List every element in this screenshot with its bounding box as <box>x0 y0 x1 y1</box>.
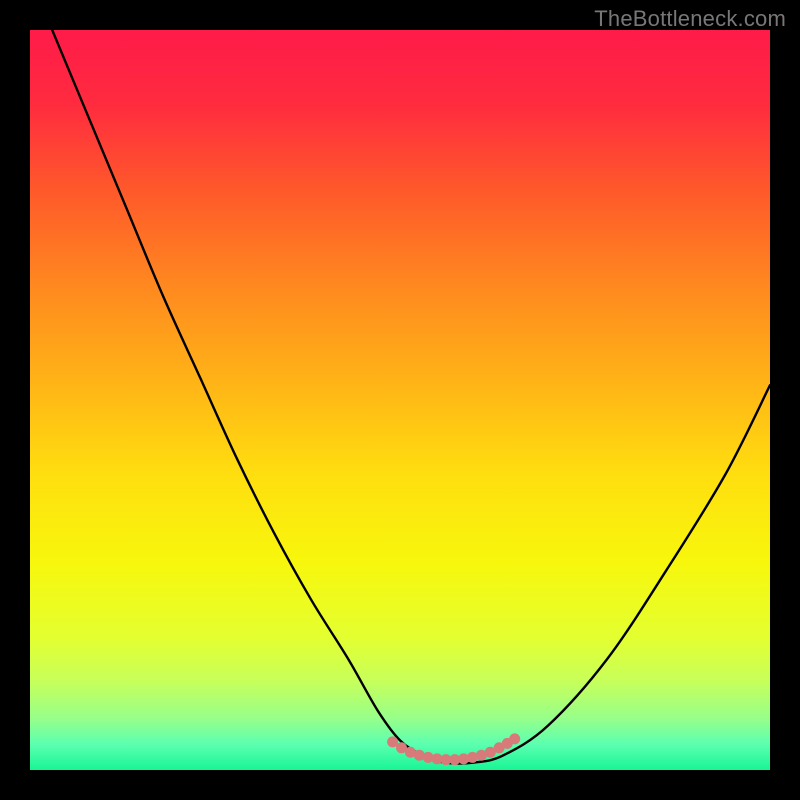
highlight-dots <box>387 733 520 765</box>
plot-area <box>30 30 770 770</box>
highlight-dot <box>509 733 520 744</box>
bottleneck-curve <box>52 30 770 764</box>
curve-layer <box>30 30 770 770</box>
watermark-text: TheBottleneck.com <box>594 6 786 32</box>
chart-frame: TheBottleneck.com <box>0 0 800 800</box>
